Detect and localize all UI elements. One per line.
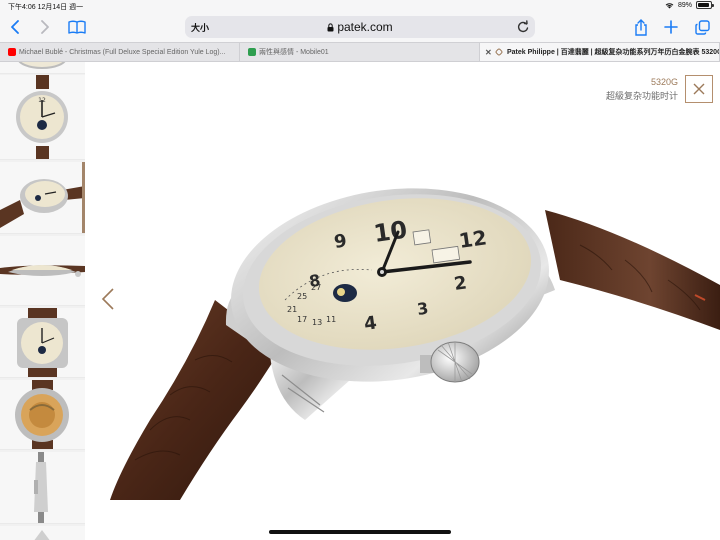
watch-detail-thumbnail bbox=[34, 530, 50, 540]
back-button[interactable] bbox=[4, 16, 26, 38]
status-time-date: 下午4:06 12月14日 週一 bbox=[8, 2, 83, 12]
watch-side-thumbnail bbox=[34, 452, 48, 523]
share-button[interactable] bbox=[630, 16, 652, 38]
svg-text:17: 17 bbox=[297, 315, 307, 324]
tabs-overview-button[interactable] bbox=[691, 16, 713, 38]
svg-text:27: 27 bbox=[311, 283, 321, 292]
reload-icon[interactable] bbox=[515, 19, 531, 35]
status-indicators: 89% bbox=[665, 1, 714, 9]
domain-text: patek.com bbox=[337, 20, 393, 34]
watch-caseback-thumbnail bbox=[15, 380, 69, 449]
browser-toolbar: 大小 patek.com bbox=[0, 12, 720, 42]
address-bar[interactable]: 大小 patek.com bbox=[185, 16, 535, 38]
thumbnail[interactable] bbox=[0, 526, 85, 540]
watch-profile-thumbnail bbox=[0, 265, 85, 277]
svg-text:25: 25 bbox=[297, 292, 307, 301]
tab-close-icon[interactable]: ✕ bbox=[485, 48, 492, 57]
thumbnail[interactable] bbox=[0, 380, 85, 450]
watch-angled-thumbnail bbox=[0, 179, 85, 228]
thumbnail[interactable] bbox=[0, 62, 85, 74]
status-bar: 下午4:06 12月14日 週一 89% bbox=[0, 0, 720, 12]
wifi-icon bbox=[665, 2, 674, 8]
watch-dial-thumbnail: 12 bbox=[16, 75, 68, 159]
share-icon bbox=[635, 18, 647, 36]
bookmarks-button[interactable] bbox=[66, 16, 88, 38]
product-viewer: 5320G 超級复杂功能时计 10 12 9 2 8 4 3 25 27 21 … bbox=[85, 62, 720, 540]
thumbnail[interactable] bbox=[0, 452, 85, 524]
status-date: 12月14日 週一 bbox=[37, 4, 84, 11]
lock-icon bbox=[327, 23, 334, 32]
svg-text:11: 11 bbox=[326, 315, 336, 324]
tab-title: Michael Bublé - Christmas (Full Deluxe S… bbox=[19, 48, 226, 56]
address-domain: patek.com bbox=[185, 20, 535, 34]
svg-text:10: 10 bbox=[372, 216, 409, 248]
svg-text:12: 12 bbox=[38, 97, 46, 104]
thumbnail[interactable] bbox=[0, 236, 85, 306]
chevron-right-icon bbox=[41, 20, 49, 34]
tab-mobile01[interactable]: 兩性與感情 - Mobile01 bbox=[240, 43, 480, 61]
status-time: 下午4:06 bbox=[8, 4, 36, 11]
tab-patek[interactable]: ✕ Patek Philippe | 百達翡麗 | 超級复杂功能系列万年历白金腕… bbox=[480, 43, 720, 61]
tab-title: Patek Philippe | 百達翡麗 | 超級复杂功能系列万年历白金腕表 … bbox=[507, 49, 720, 56]
thumbnail[interactable]: 12 bbox=[0, 75, 85, 160]
new-tab-button[interactable] bbox=[660, 16, 682, 38]
battery-fill bbox=[698, 3, 709, 7]
thumbnail-rail: 12 bbox=[0, 62, 85, 540]
watch-front-thumbnail bbox=[18, 62, 66, 69]
home-indicator[interactable] bbox=[269, 530, 451, 534]
book-icon bbox=[68, 20, 86, 34]
svg-text:12: 12 bbox=[457, 225, 488, 253]
thumbnail[interactable] bbox=[0, 308, 85, 378]
forward-button[interactable] bbox=[34, 16, 56, 38]
plus-icon bbox=[664, 20, 678, 34]
mobile01-favicon bbox=[248, 48, 256, 56]
thumbnail-selected[interactable] bbox=[0, 162, 85, 234]
youtube-favicon bbox=[8, 48, 16, 56]
patek-favicon bbox=[494, 47, 504, 57]
battery-icon bbox=[696, 1, 714, 9]
watch-upright-thumbnail bbox=[17, 308, 68, 377]
tabs-icon bbox=[694, 19, 710, 35]
tab-strip: Michael Bublé - Christmas (Full Deluxe S… bbox=[0, 42, 720, 62]
chevron-left-icon bbox=[11, 20, 19, 34]
svg-text:21: 21 bbox=[287, 305, 297, 314]
svg-text:13: 13 bbox=[312, 318, 322, 327]
tab-youtube[interactable]: Michael Bublé - Christmas (Full Deluxe S… bbox=[0, 43, 240, 61]
battery-percent: 89% bbox=[677, 1, 692, 9]
tab-title: 兩性與感情 - Mobile01 bbox=[259, 49, 329, 56]
watch-image: 10 12 9 2 8 4 3 25 27 21 17 13 11 bbox=[110, 188, 720, 500]
